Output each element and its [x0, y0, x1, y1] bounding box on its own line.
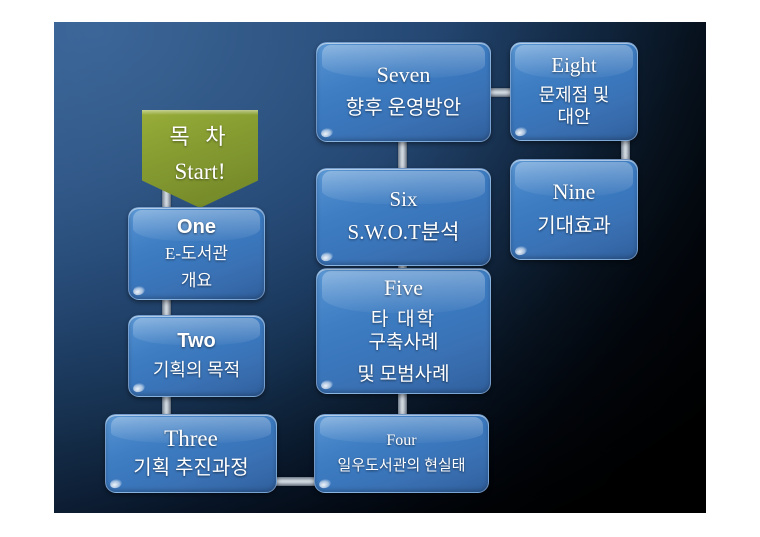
node-seven[interactable]: Seven 향후 운영방안 [316, 42, 491, 142]
node-six-number: Six [389, 187, 418, 212]
slide-canvas: 목 차 Start! One E-도서관 개요 Two 기획의 목적 Three… [0, 0, 760, 537]
node-one-number: One [177, 215, 216, 238]
node-one[interactable]: One E-도서관 개요 [128, 207, 265, 300]
node-five-line-3: 및 모범사례 [357, 363, 450, 385]
node-eight-description: 문제점 및 대안 [539, 85, 610, 129]
start-label-en: Start! [174, 159, 226, 184]
node-nine-description: 기대효과 [537, 214, 611, 238]
node-five-description: 타 대학 구축사례 및 모범사례 [357, 308, 449, 387]
node-five-line-1: 타 대학 [370, 308, 437, 330]
node-six-description: S.W.O.T분석 [348, 220, 460, 246]
node-three-number: Three [164, 426, 218, 452]
node-five-number: Five [383, 274, 424, 300]
node-eight-line-1: 문제점 및 [538, 84, 610, 105]
node-four-number: Four [386, 431, 417, 449]
node-two-number: Two [177, 330, 216, 353]
node-four-description: 일우도서관의 현실태 [338, 457, 466, 475]
node-five-line-2: 구축사례 [368, 331, 439, 353]
node-six-line-1: S.W.O.T분석 [347, 219, 460, 244]
node-eight-number: Eight [551, 53, 597, 78]
node-six[interactable]: Six S.W.O.T분석 [316, 168, 491, 266]
node-three[interactable]: Three 기획 추진과정 [105, 414, 277, 493]
node-three-description: 기획 추진과정 [133, 456, 248, 480]
node-seven-line-1: 향후 운영방안 [345, 97, 462, 120]
node-seven-description: 향후 운영방안 [346, 96, 461, 120]
connector-six-to-seven [398, 140, 407, 170]
node-one-description: E-도서관 개요 [165, 244, 228, 291]
start-marker[interactable]: 목 차 Start! [142, 110, 258, 208]
slide-background: 목 차 Start! One E-도서관 개요 Two 기획의 목적 Three… [54, 22, 706, 513]
node-two-description: 기획의 목적 [153, 360, 240, 382]
node-seven-number: Seven [376, 62, 431, 88]
node-two[interactable]: Two 기획의 목적 [128, 315, 265, 397]
node-one-line-1: E-도서관 [165, 243, 228, 263]
node-eight-line-2: 대안 [557, 106, 591, 127]
node-one-line-2: 개요 [180, 270, 213, 290]
start-label-ko: 목 차 [169, 124, 231, 149]
node-five[interactable]: Five 타 대학 구축사례 및 모범사례 [316, 268, 491, 394]
node-three-line-1: 기획 추진과정 [133, 457, 249, 480]
node-nine-number: Nine [552, 179, 596, 205]
start-sheen [142, 110, 258, 115]
node-two-line-1: 기획의 목적 [152, 359, 241, 380]
node-four[interactable]: Four 일우도서관의 현실태 [314, 414, 489, 493]
node-nine[interactable]: Nine 기대효과 [510, 159, 638, 260]
node-nine-line-1: 기대효과 [537, 215, 611, 238]
node-four-line-1: 일우도서관의 현실태 [337, 457, 466, 474]
node-eight[interactable]: Eight 문제점 및 대안 [510, 42, 638, 141]
